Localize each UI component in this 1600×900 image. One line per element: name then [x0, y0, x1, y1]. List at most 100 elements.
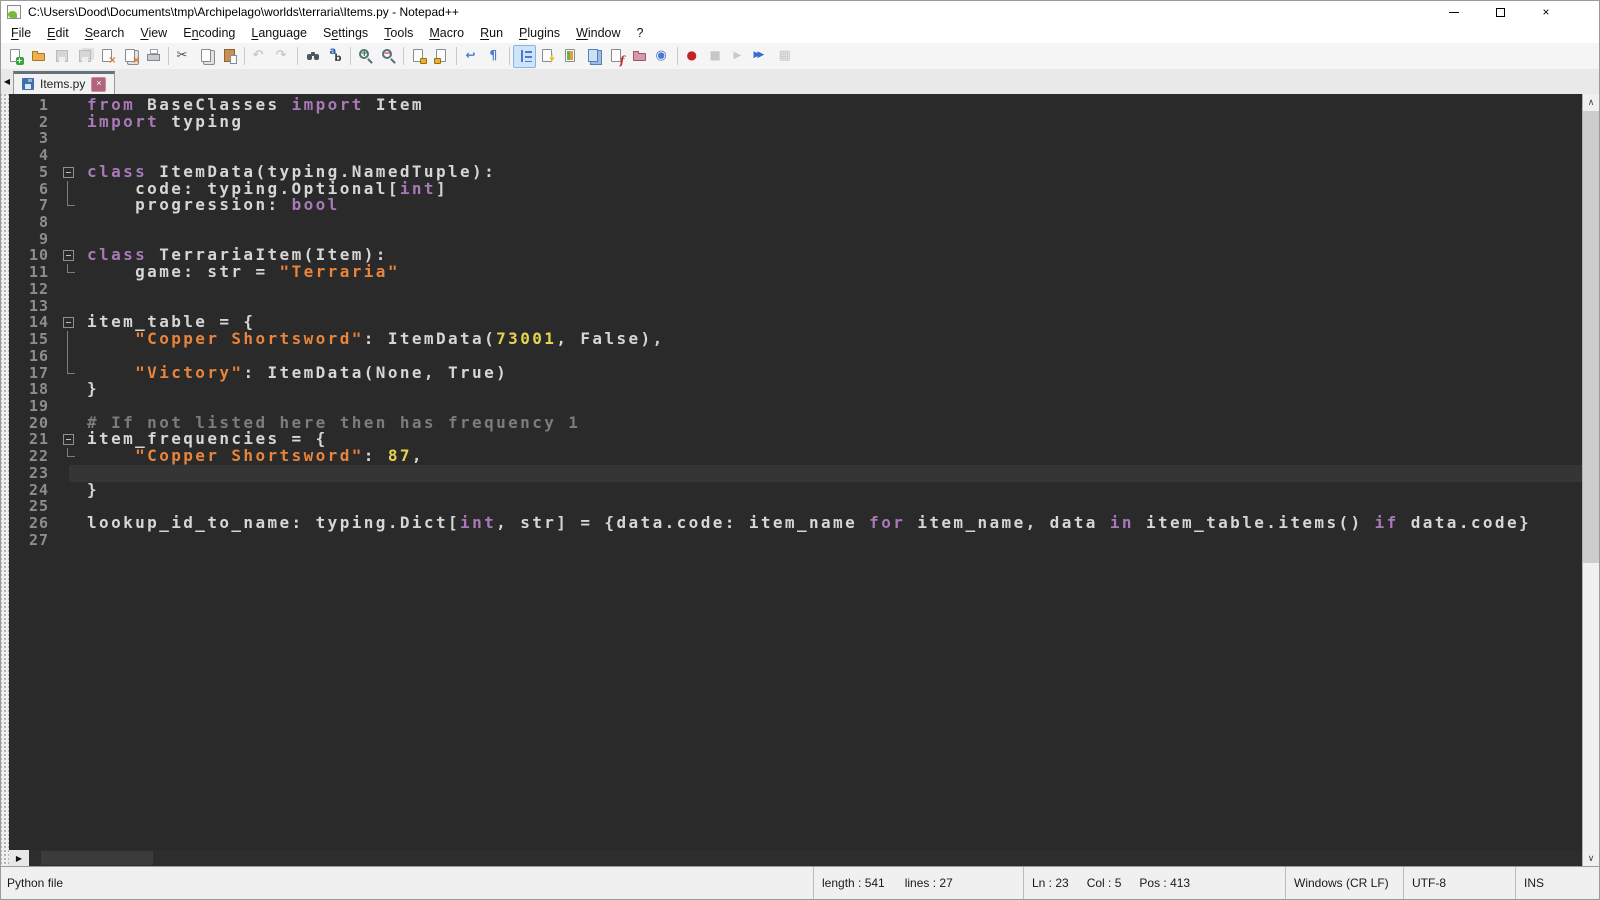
- line-number[interactable]: 22: [9, 448, 59, 465]
- dock-grip[interactable]: [1, 94, 9, 866]
- macro-run-multiple-button[interactable]: [750, 45, 773, 68]
- code-line-3[interactable]: 3: [9, 130, 1582, 147]
- undo-button[interactable]: [248, 45, 271, 68]
- code-line-24[interactable]: 24}: [9, 482, 1582, 499]
- line-number[interactable]: 16: [9, 348, 59, 365]
- line-number[interactable]: 2: [9, 114, 59, 131]
- paste-button[interactable]: [218, 45, 241, 68]
- macro-record-button[interactable]: [681, 45, 704, 68]
- line-number[interactable]: 12: [9, 281, 59, 298]
- line-number[interactable]: 23: [9, 465, 59, 482]
- line-number[interactable]: 7: [9, 197, 59, 214]
- line-number[interactable]: 25: [9, 498, 59, 515]
- tab-close-icon[interactable]: ×: [91, 77, 106, 92]
- line-number[interactable]: 11: [9, 264, 59, 281]
- menu-item-file[interactable]: File: [3, 23, 39, 43]
- status-insert-mode[interactable]: INS: [1515, 867, 1599, 899]
- fold-collapse-icon[interactable]: [59, 314, 87, 331]
- scroll-left-arrow-icon[interactable]: ▶: [9, 850, 29, 866]
- menu-item-run[interactable]: Run: [472, 23, 511, 43]
- save-all-button[interactable]: [73, 45, 96, 68]
- status-eol-format[interactable]: Windows (CR LF): [1285, 867, 1403, 899]
- code-line-2[interactable]: 2import typing: [9, 114, 1582, 131]
- replace-button[interactable]: [324, 45, 347, 68]
- line-number[interactable]: 18: [9, 381, 59, 398]
- sync-vertical-button[interactable]: [407, 45, 430, 68]
- folder-as-workspace-button[interactable]: [628, 45, 651, 68]
- document-map-button[interactable]: [559, 45, 582, 68]
- save-button[interactable]: [50, 45, 73, 68]
- code-line-23[interactable]: 23: [9, 465, 1582, 482]
- indent-guide-button[interactable]: [513, 45, 536, 68]
- line-number[interactable]: 1: [9, 97, 59, 114]
- function-list-button[interactable]: [605, 45, 628, 68]
- cut-button[interactable]: [172, 45, 195, 68]
- scroll-up-arrow-icon[interactable]: ∧: [1583, 94, 1599, 110]
- line-number[interactable]: 10: [9, 247, 59, 264]
- horizontal-scrollbar[interactable]: ▶: [9, 850, 1582, 866]
- tab-scroll-left-icon[interactable]: ◀: [1, 69, 13, 94]
- file-monitoring-button[interactable]: [651, 45, 674, 68]
- line-number[interactable]: 21: [9, 431, 59, 448]
- menu-item-macro[interactable]: Macro: [421, 23, 472, 43]
- status-encoding[interactable]: UTF-8: [1403, 867, 1515, 899]
- vertical-scrollbar[interactable]: ∧ ∨: [1582, 94, 1599, 866]
- line-number[interactable]: 27: [9, 532, 59, 549]
- horizontal-scroll-thumb[interactable]: [41, 851, 153, 865]
- zoom-out-button[interactable]: [377, 45, 400, 68]
- fold-collapse-icon[interactable]: [59, 431, 87, 448]
- code-lines[interactable]: 1from BaseClasses import Item2import typ…: [9, 94, 1582, 850]
- menu-item-view[interactable]: View: [132, 23, 175, 43]
- maximize-button[interactable]: [1477, 1, 1523, 23]
- line-number[interactable]: 19: [9, 398, 59, 415]
- line-number[interactable]: 14: [9, 314, 59, 331]
- vertical-scroll-track[interactable]: [1583, 110, 1599, 850]
- code-line-1[interactable]: 1from BaseClasses import Item: [9, 97, 1582, 114]
- menu-item-tools[interactable]: Tools: [376, 23, 421, 43]
- code-line-26[interactable]: 26lookup_id_to_name: typing.Dict[int, st…: [9, 515, 1582, 532]
- scroll-down-arrow-icon[interactable]: ∨: [1583, 850, 1599, 866]
- line-number[interactable]: 15: [9, 331, 59, 348]
- tab-items-py[interactable]: Items.py ×: [13, 71, 115, 94]
- print-button[interactable]: [142, 45, 165, 68]
- code-line-27[interactable]: 27: [9, 532, 1582, 549]
- new-file-button[interactable]: [4, 45, 27, 68]
- line-number[interactable]: 17: [9, 365, 59, 382]
- fold-collapse-icon[interactable]: [59, 164, 87, 181]
- horizontal-scroll-track[interactable]: [29, 850, 1582, 866]
- fold-collapse-icon[interactable]: [59, 247, 87, 264]
- close-all-button[interactable]: [119, 45, 142, 68]
- zoom-in-button[interactable]: [354, 45, 377, 68]
- close-button[interactable]: [96, 45, 119, 68]
- line-number[interactable]: 24: [9, 482, 59, 499]
- copy-button[interactable]: [195, 45, 218, 68]
- function-completion-button[interactable]: [536, 45, 559, 68]
- code-line-8[interactable]: 8: [9, 214, 1582, 231]
- line-number[interactable]: 8: [9, 214, 59, 231]
- line-number[interactable]: 5: [9, 164, 59, 181]
- redo-button[interactable]: [271, 45, 294, 68]
- menu-item-search[interactable]: Search: [77, 23, 133, 43]
- macro-save-button[interactable]: [773, 45, 796, 68]
- open-button[interactable]: [27, 45, 50, 68]
- macro-play-button[interactable]: [727, 45, 750, 68]
- code-line-11[interactable]: 11 game: str = "Terraria": [9, 264, 1582, 281]
- menu-item-language[interactable]: Language: [243, 23, 315, 43]
- code-line-17[interactable]: 17 "Victory": ItemData(None, True): [9, 365, 1582, 382]
- code-line-7[interactable]: 7 progression: bool: [9, 197, 1582, 214]
- code-line-15[interactable]: 15 "Copper Shortsword": ItemData(73001, …: [9, 331, 1582, 348]
- menu-item-settings[interactable]: Settings: [315, 23, 376, 43]
- sync-horizontal-button[interactable]: [430, 45, 453, 68]
- menu-item-window[interactable]: Window: [568, 23, 628, 43]
- line-number[interactable]: 13: [9, 298, 59, 315]
- find-button[interactable]: [301, 45, 324, 68]
- line-number[interactable]: 4: [9, 147, 59, 164]
- line-number[interactable]: 3: [9, 130, 59, 147]
- minimize-button[interactable]: [1431, 1, 1477, 23]
- vertical-scroll-thumb[interactable]: [1583, 111, 1599, 563]
- show-all-characters-button[interactable]: [483, 45, 506, 68]
- document-switcher-button[interactable]: [582, 45, 605, 68]
- line-number[interactable]: 20: [9, 415, 59, 432]
- menu-item-help[interactable]: ?: [629, 23, 652, 43]
- code-line-22[interactable]: 22 "Copper Shortsword": 87,: [9, 448, 1582, 465]
